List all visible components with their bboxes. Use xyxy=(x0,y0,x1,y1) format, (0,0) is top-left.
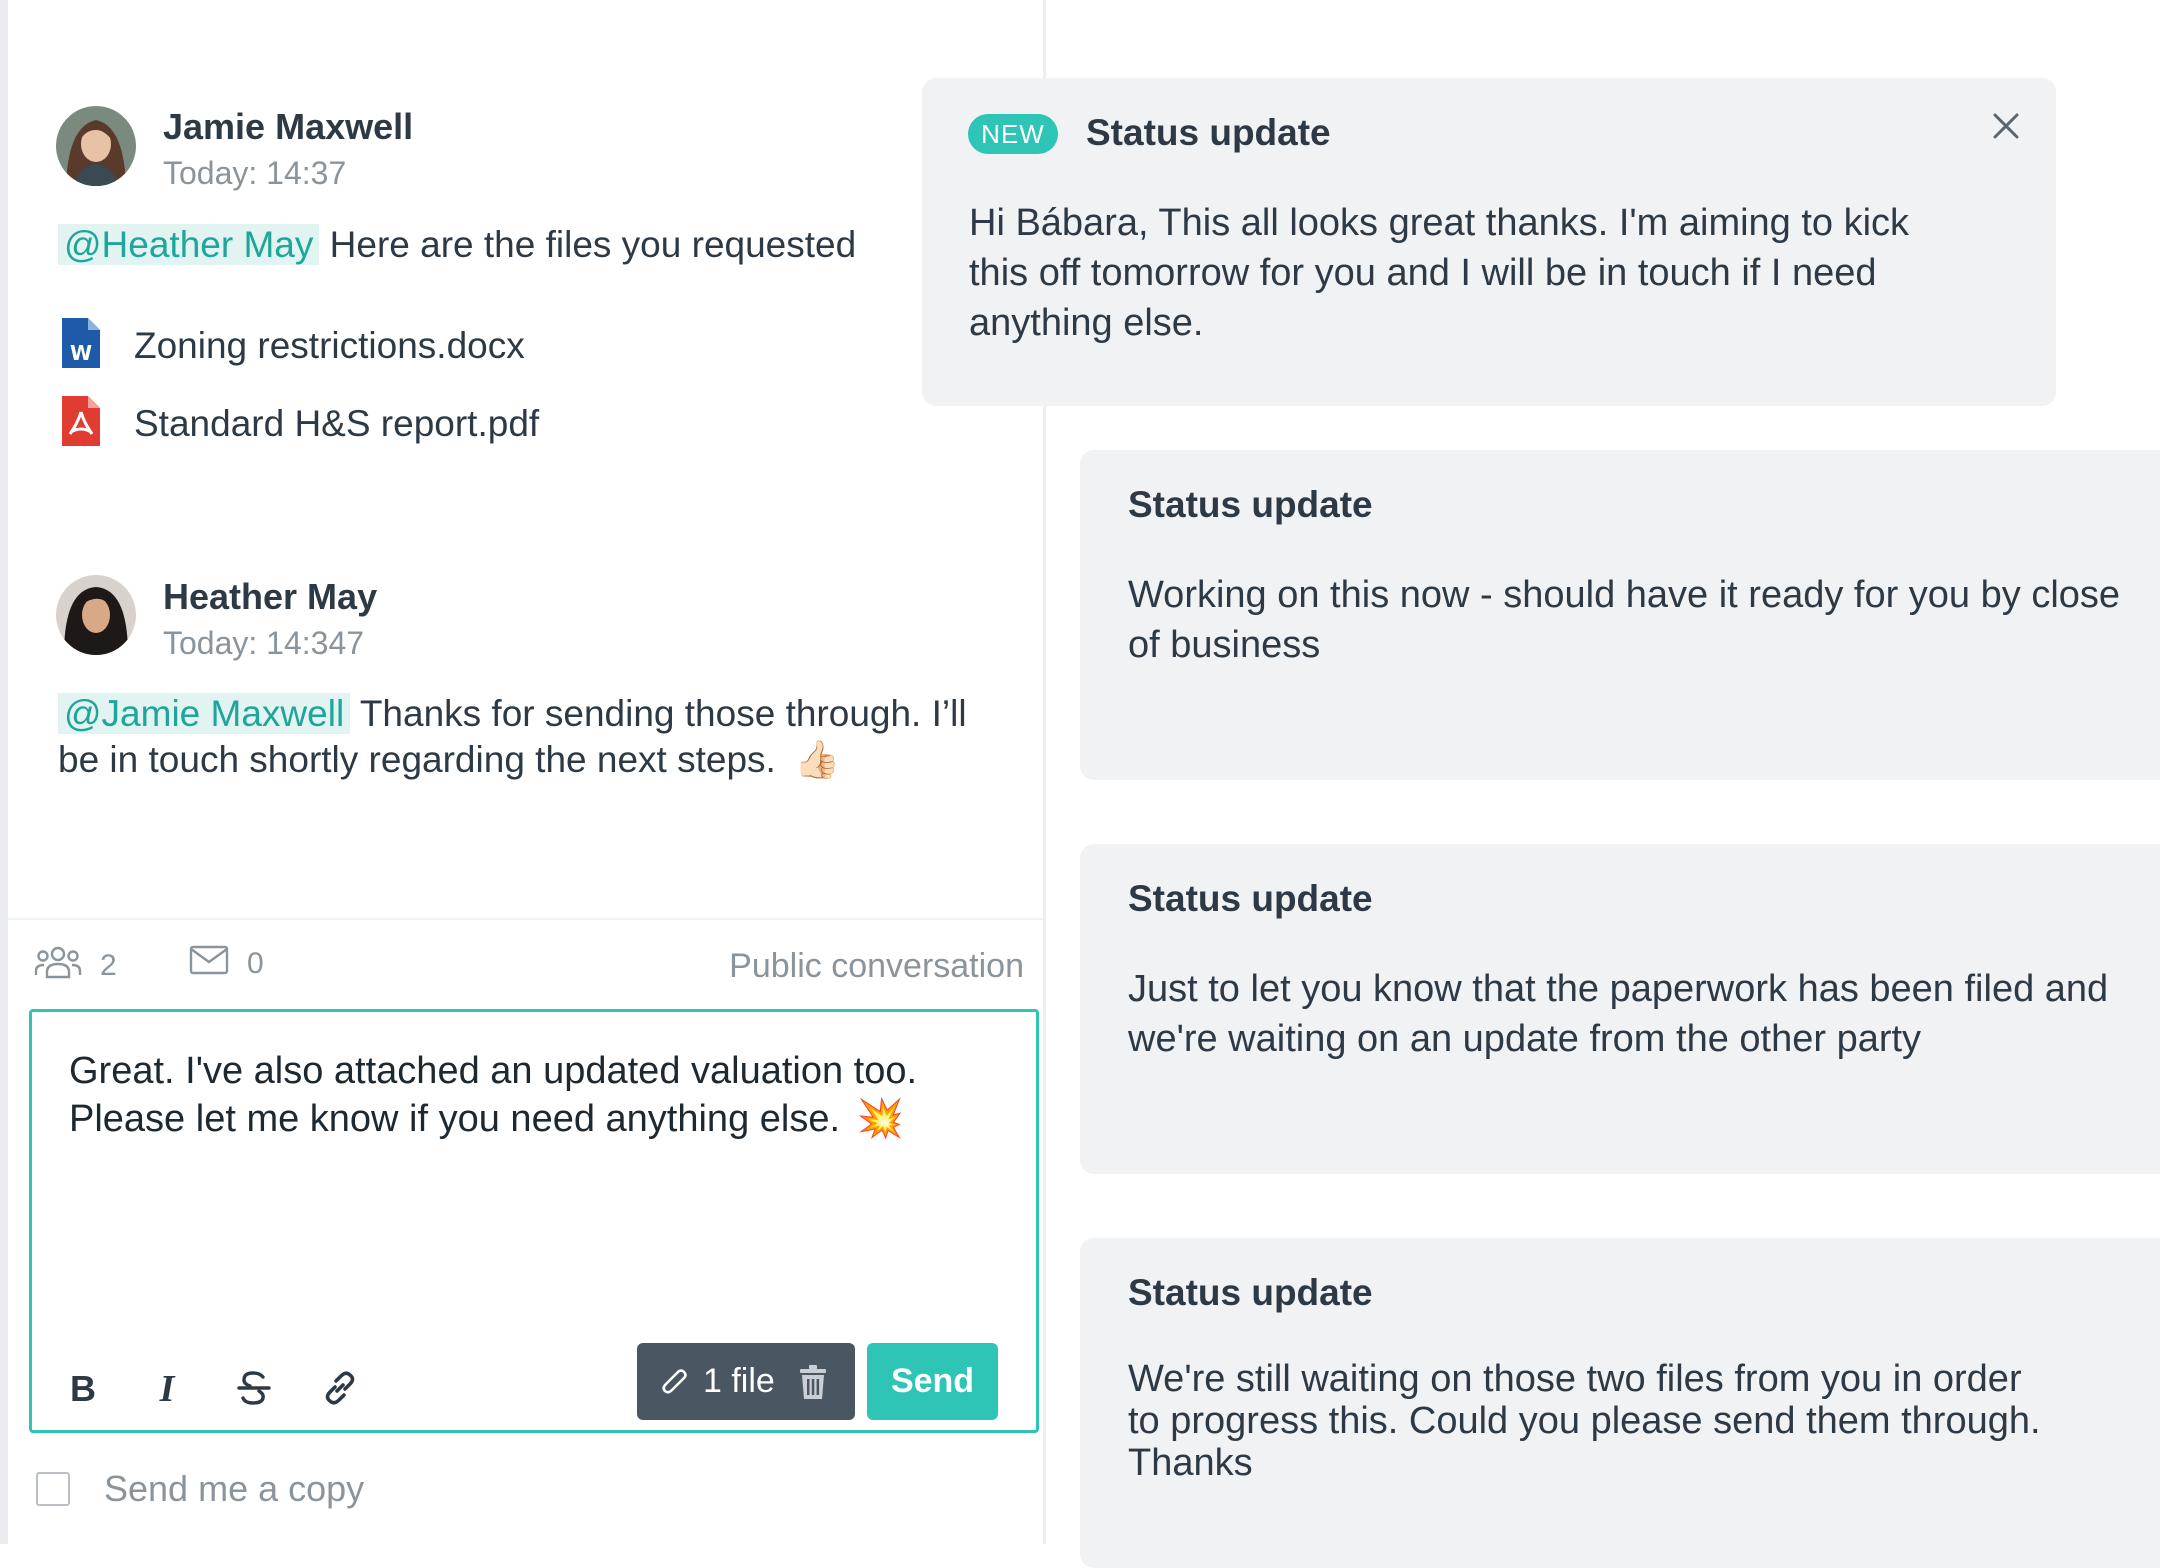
participants-count[interactable]: 2 xyxy=(34,945,117,987)
composer-meta: 2 0 Public conversation xyxy=(34,945,1024,995)
message-body: @Heather May Here are the files you requ… xyxy=(58,222,958,268)
avatar[interactable] xyxy=(56,106,136,186)
paperclip-icon xyxy=(659,1365,689,1399)
conversation-visibility[interactable]: Public conversation xyxy=(729,947,1024,986)
avatar[interactable] xyxy=(56,575,136,655)
strikethrough-button[interactable] xyxy=(226,1362,282,1418)
author-name: Heather May xyxy=(163,576,378,617)
status-update-body: Working on this now - should have it rea… xyxy=(1128,574,2121,666)
file-name: Zoning restrictions.docx xyxy=(134,324,525,366)
bold-button[interactable]: B xyxy=(55,1362,111,1418)
svg-text:I: I xyxy=(159,1371,176,1405)
people-icon xyxy=(34,945,100,987)
attachment-link[interactable]: Standard H&S report.pdf xyxy=(62,396,539,451)
status-update-card: Status update Working on this now - shou… xyxy=(1080,450,2160,780)
message-text: Thanks for sending those through. I’ll xyxy=(359,693,967,734)
status-update-body: We're still waiting on those two files f… xyxy=(1128,1358,2041,1484)
envelope-icon xyxy=(189,945,247,983)
thumbs-up-emoji: 👍🏻 xyxy=(794,739,841,780)
status-update-body: Hi Bábara, This all looks great thanks. … xyxy=(969,202,1910,344)
link-button[interactable] xyxy=(312,1362,368,1418)
status-update-body: Just to let you know that the paperwork … xyxy=(1128,968,2109,1060)
status-update-card: NEW Status update Hi Bábara, This all lo… xyxy=(922,78,2056,406)
mention-tag[interactable]: @Heather May xyxy=(58,224,320,265)
status-update-title: Status update xyxy=(1086,112,1331,153)
messages-count[interactable]: 0 xyxy=(189,945,264,983)
file-name: Standard H&S report.pdf xyxy=(134,402,540,444)
message-timestamp: Today: 14:347 xyxy=(163,625,365,661)
trash-icon[interactable] xyxy=(799,1364,827,1399)
attachment-link[interactable]: W Zoning restrictions.docx xyxy=(62,318,525,373)
status-update-title: Status update xyxy=(1128,878,1373,919)
attached-files-chip[interactable]: 1 file xyxy=(637,1343,855,1420)
left-edge xyxy=(0,0,8,1544)
send-button[interactable]: Send xyxy=(867,1343,998,1420)
draft-line: Please let me know if you need anything … xyxy=(69,1098,841,1140)
bold-icon: B xyxy=(68,1368,98,1410)
svg-text:W: W xyxy=(70,341,92,365)
new-badge: NEW xyxy=(968,114,1058,154)
participants-count-value: 2 xyxy=(100,949,117,982)
collision-emoji: 💥 xyxy=(856,1098,904,1140)
italic-button[interactable]: I xyxy=(139,1362,195,1418)
link-icon xyxy=(321,1369,359,1412)
word-document-icon: W xyxy=(62,318,100,373)
draft-line: Great. I've also attached an updated val… xyxy=(69,1050,918,1092)
status-update-card: Status update Just to let you know that … xyxy=(1080,844,2160,1174)
message-timestamp: Today: 14:37 xyxy=(163,155,347,191)
status-update-title: Status update xyxy=(1128,1272,1373,1313)
messages-count-value: 0 xyxy=(247,947,264,980)
close-icon xyxy=(1992,112,2020,145)
send-copy-option[interactable]: Send me a copy xyxy=(36,1468,364,1510)
author-name: Jamie Maxwell xyxy=(163,106,414,147)
send-copy-label: Send me a copy xyxy=(104,1468,365,1509)
mention-tag[interactable]: @Jamie Maxwell xyxy=(58,693,351,734)
draft-text[interactable]: Great. I've also attached an updated val… xyxy=(69,1047,999,1143)
status-update-title: Status update xyxy=(1128,484,1373,525)
svg-text:B: B xyxy=(70,1371,96,1405)
close-button[interactable] xyxy=(1984,106,2028,150)
message-editor[interactable]: Great. I've also attached an updated val… xyxy=(29,1009,1039,1433)
pdf-document-icon xyxy=(62,396,100,451)
send-copy-checkbox[interactable] xyxy=(36,1472,70,1506)
message-body: @Jamie Maxwell Thanks for sending those … xyxy=(58,691,1018,783)
italic-icon: I xyxy=(152,1368,182,1410)
attachment-count: 1 file xyxy=(703,1362,775,1400)
message-text: be in touch shortly regarding the next s… xyxy=(58,739,776,780)
status-update-card: Status update We're still waiting on tho… xyxy=(1080,1238,2160,1568)
message-text: Here are the files you requested xyxy=(329,224,857,265)
strikethrough-icon xyxy=(236,1370,272,1411)
